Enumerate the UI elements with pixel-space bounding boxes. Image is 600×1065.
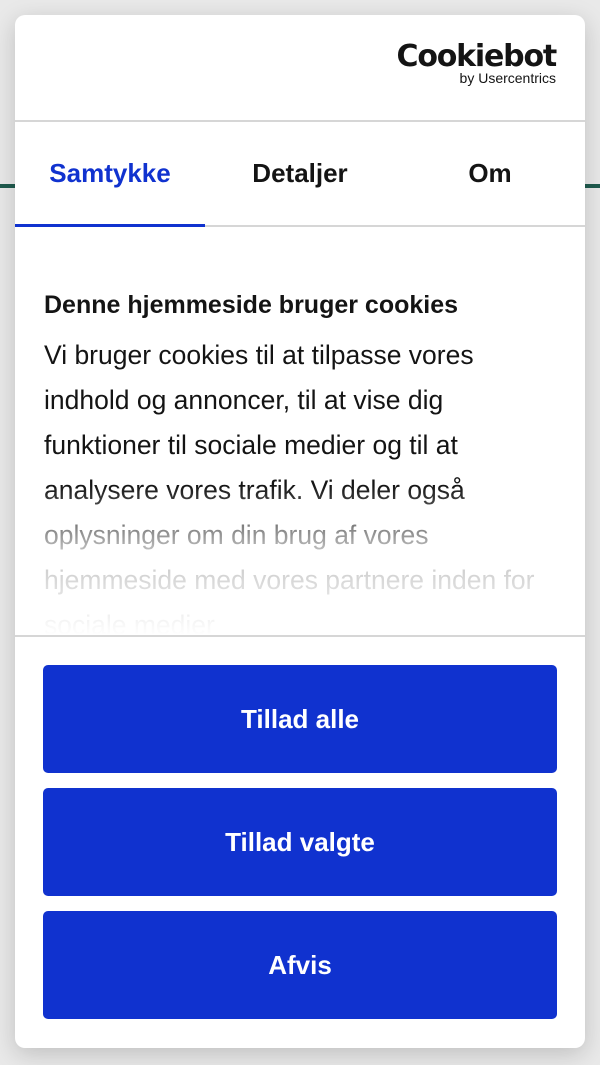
content-text: Vi bruger cookies til at tilpasse vores … xyxy=(44,340,535,637)
tab-samtykke[interactable]: Samtykke xyxy=(15,122,205,227)
cookie-consent-dialog: Cookiebot by Usercentrics Samtykke Detal… xyxy=(15,15,585,1048)
button-group: Tillad alle Tillad valgte Afvis xyxy=(15,637,585,1019)
consent-content[interactable]: Denne hjemmeside bruger cookies Vi bruge… xyxy=(15,227,585,637)
tab-om[interactable]: Om xyxy=(395,122,585,225)
tab-detaljer[interactable]: Detaljer xyxy=(205,122,395,225)
cookiebot-logo[interactable]: Cookiebot by Usercentrics xyxy=(396,39,558,86)
logo-wordmark: Cookiebot xyxy=(396,39,558,74)
content-title: Denne hjemmeside bruger cookies xyxy=(44,291,459,319)
reject-button[interactable]: Afvis xyxy=(43,911,557,1019)
tab-bar: Samtykke Detaljer Om xyxy=(15,122,585,227)
allow-all-button[interactable]: Tillad alle xyxy=(43,665,557,773)
allow-selected-button[interactable]: Tillad valgte xyxy=(43,788,557,896)
dialog-header: Cookiebot by Usercentrics xyxy=(15,15,585,122)
